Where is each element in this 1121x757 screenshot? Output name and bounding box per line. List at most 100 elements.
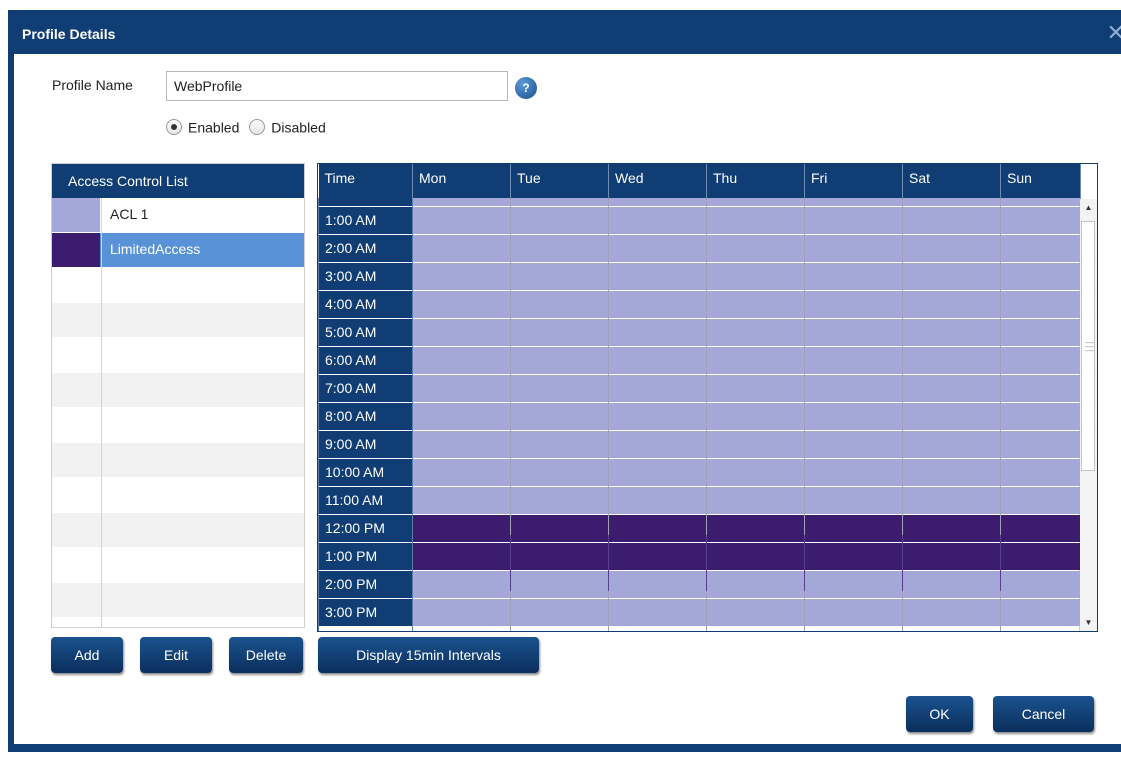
schedule-cell[interactable] bbox=[706, 485, 805, 515]
schedule-cell[interactable] bbox=[1000, 541, 1081, 571]
schedule-cell[interactable] bbox=[608, 205, 707, 235]
edit-button[interactable]: Edit bbox=[140, 637, 212, 673]
schedule-cell[interactable] bbox=[412, 261, 511, 291]
schedule-cell[interactable] bbox=[706, 289, 805, 319]
schedule-cell[interactable] bbox=[804, 261, 903, 291]
schedule-cell[interactable] bbox=[608, 345, 707, 375]
schedule-cell[interactable] bbox=[902, 485, 1001, 515]
schedule-cell[interactable] bbox=[804, 401, 903, 431]
schedule-cell[interactable] bbox=[510, 597, 609, 627]
schedule-cell[interactable] bbox=[1000, 457, 1081, 487]
schedule-cell[interactable] bbox=[412, 345, 511, 375]
schedule-cell[interactable] bbox=[706, 541, 805, 571]
schedule-cell[interactable] bbox=[902, 233, 1001, 263]
schedule-cell[interactable] bbox=[510, 401, 609, 431]
schedule-cell[interactable] bbox=[510, 513, 609, 543]
schedule-cell[interactable] bbox=[706, 513, 805, 543]
schedule-cell[interactable] bbox=[706, 317, 805, 347]
schedule-cell[interactable] bbox=[902, 205, 1001, 235]
schedule-cell[interactable] bbox=[902, 317, 1001, 347]
acl-empty-row[interactable] bbox=[52, 303, 304, 338]
scrollbar-thumb[interactable]: — — — bbox=[1081, 221, 1095, 471]
schedule-cell[interactable] bbox=[412, 485, 511, 515]
schedule-cell[interactable] bbox=[1000, 289, 1081, 319]
schedule-cell[interactable] bbox=[804, 485, 903, 515]
schedule-cell[interactable] bbox=[510, 205, 609, 235]
schedule-cell[interactable] bbox=[510, 429, 609, 459]
schedule-cell[interactable] bbox=[608, 429, 707, 459]
acl-empty-row[interactable] bbox=[52, 373, 304, 408]
radio-disabled[interactable]: Disabled bbox=[249, 118, 326, 136]
schedule-cell[interactable] bbox=[510, 261, 609, 291]
scroll-up-arrow-icon[interactable]: ▲ bbox=[1080, 199, 1097, 216]
schedule-cell[interactable] bbox=[608, 401, 707, 431]
schedule-cell[interactable] bbox=[608, 513, 707, 543]
schedule-cell[interactable] bbox=[706, 205, 805, 235]
schedule-cell[interactable] bbox=[608, 261, 707, 291]
schedule-cell[interactable] bbox=[608, 541, 707, 571]
acl-list-item[interactable]: ACL 1 bbox=[52, 198, 304, 233]
acl-empty-row[interactable] bbox=[52, 338, 304, 373]
schedule-cell[interactable] bbox=[706, 401, 805, 431]
radio-enabled[interactable]: Enabled bbox=[166, 118, 239, 136]
schedule-cell[interactable] bbox=[412, 569, 511, 599]
schedule-cell[interactable] bbox=[804, 513, 903, 543]
acl-empty-row[interactable] bbox=[52, 583, 304, 618]
schedule-cell[interactable] bbox=[608, 233, 707, 263]
schedule-cell[interactable] bbox=[804, 569, 903, 599]
acl-empty-row[interactable] bbox=[52, 443, 304, 478]
schedule-cell[interactable] bbox=[902, 569, 1001, 599]
schedule-cell[interactable] bbox=[902, 513, 1001, 543]
acl-empty-row[interactable] bbox=[52, 408, 304, 443]
schedule-cell[interactable] bbox=[804, 345, 903, 375]
schedule-cell[interactable] bbox=[608, 597, 707, 627]
schedule-cell[interactable] bbox=[804, 373, 903, 403]
schedule-cell[interactable] bbox=[510, 541, 609, 571]
schedule-cell[interactable] bbox=[902, 261, 1001, 291]
schedule-cell[interactable] bbox=[1000, 317, 1081, 347]
schedule-cell[interactable] bbox=[1000, 233, 1081, 263]
scroll-down-arrow-icon[interactable]: ▼ bbox=[1080, 614, 1097, 631]
schedule-cell[interactable] bbox=[412, 429, 511, 459]
schedule-cell[interactable] bbox=[608, 289, 707, 319]
schedule-cell[interactable] bbox=[510, 317, 609, 347]
schedule-cell[interactable] bbox=[510, 485, 609, 515]
schedule-cell[interactable] bbox=[804, 317, 903, 347]
radio-disabled-circle[interactable] bbox=[249, 119, 266, 136]
schedule-cell[interactable] bbox=[608, 569, 707, 599]
schedule-cell[interactable] bbox=[510, 457, 609, 487]
schedule-cell[interactable] bbox=[1000, 345, 1081, 375]
schedule-cell[interactable] bbox=[510, 345, 609, 375]
help-icon[interactable]: ? bbox=[515, 77, 537, 99]
schedule-cell[interactable] bbox=[1000, 597, 1081, 627]
schedule-cell[interactable] bbox=[412, 373, 511, 403]
ok-button[interactable]: OK bbox=[906, 696, 973, 732]
acl-empty-row[interactable] bbox=[52, 548, 304, 583]
schedule-cell[interactable] bbox=[412, 289, 511, 319]
schedule-cell[interactable] bbox=[1000, 205, 1081, 235]
schedule-cell[interactable] bbox=[706, 457, 805, 487]
schedule-cell[interactable] bbox=[902, 373, 1001, 403]
schedule-cell[interactable] bbox=[1000, 373, 1081, 403]
schedule-cell[interactable] bbox=[706, 345, 805, 375]
schedule-cell[interactable] bbox=[1000, 429, 1081, 459]
acl-list-item[interactable]: LimitedAccess bbox=[52, 233, 304, 268]
schedule-cell[interactable] bbox=[510, 373, 609, 403]
schedule-cell[interactable] bbox=[510, 289, 609, 319]
schedule-cell[interactable] bbox=[706, 597, 805, 627]
schedule-cell[interactable] bbox=[706, 429, 805, 459]
schedule-cell[interactable] bbox=[412, 401, 511, 431]
display-15min-intervals-button[interactable]: Display 15min Intervals bbox=[318, 637, 539, 673]
schedule-cell[interactable] bbox=[412, 541, 511, 571]
schedule-cell[interactable] bbox=[902, 289, 1001, 319]
schedule-cell[interactable] bbox=[706, 233, 805, 263]
schedule-cell[interactable] bbox=[902, 429, 1001, 459]
schedule-cell[interactable] bbox=[1000, 485, 1081, 515]
acl-empty-row[interactable] bbox=[52, 513, 304, 548]
schedule-cell[interactable] bbox=[412, 513, 511, 543]
schedule-cell[interactable] bbox=[1000, 513, 1081, 543]
schedule-cell[interactable] bbox=[412, 205, 511, 235]
schedule-cell[interactable] bbox=[804, 429, 903, 459]
schedule-cell[interactable] bbox=[412, 317, 511, 347]
radio-enabled-circle[interactable] bbox=[166, 119, 182, 136]
